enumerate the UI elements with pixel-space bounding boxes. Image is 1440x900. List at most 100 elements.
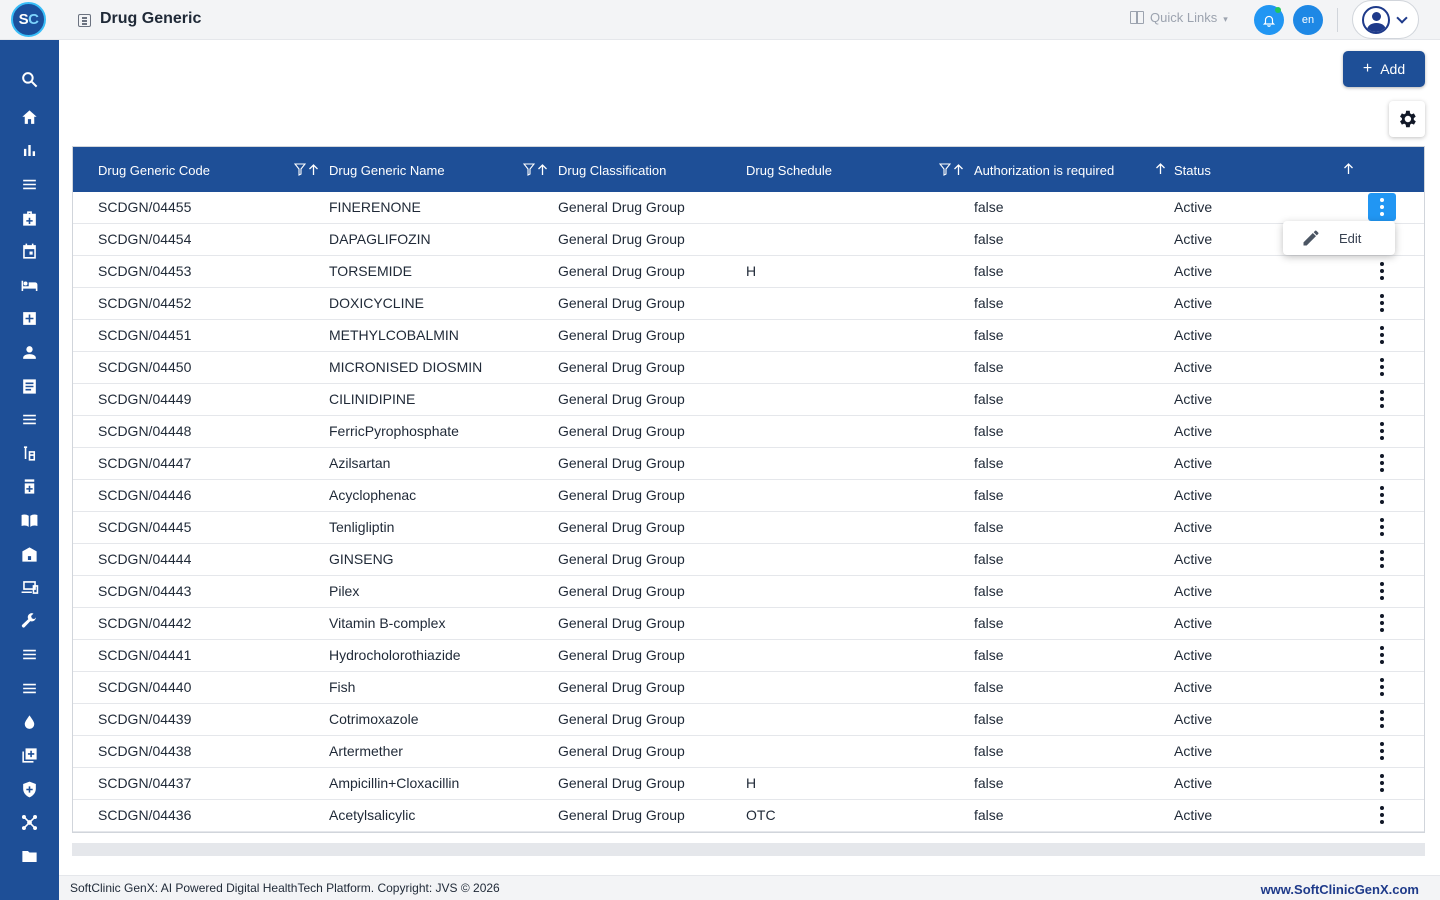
row-actions-button[interactable]: [1368, 353, 1396, 381]
table-row[interactable]: SCDGN/04451 METHYLCOBALMIN General Drug Gr…: [73, 320, 1424, 352]
row-actions-button[interactable]: [1368, 673, 1396, 701]
sidebar-library[interactable]: [0, 505, 59, 535]
row-actions-button[interactable]: [1368, 801, 1396, 829]
notifications-button[interactable]: [1254, 5, 1284, 35]
col-header-schedule[interactable]: Drug Schedule: [746, 163, 832, 178]
edit-menu-item[interactable]: Edit: [1339, 231, 1361, 246]
sidebar-search[interactable]: [0, 64, 59, 94]
col-header-authorization[interactable]: Authorization is required: [974, 163, 1114, 178]
table-row[interactable]: SCDGN/04455 FINERENONE General Drug Group f…: [73, 192, 1424, 224]
table-row[interactable]: SCDGN/04443 Pilex General Drug Group false A…: [73, 576, 1424, 608]
table-row[interactable]: SCDGN/04448 FerricPyrophosphate General Dr…: [73, 416, 1424, 448]
sort-up-icon[interactable]: [537, 163, 548, 176]
sidebar-menu[interactable]: [0, 169, 59, 199]
sidebar-files[interactable]: [0, 841, 59, 871]
table-row[interactable]: SCDGN/04438 Artermether General Drug Group…: [73, 736, 1424, 768]
table-row[interactable]: SCDGN/04437 Ampicillin+Cloxacillin General…: [73, 768, 1424, 800]
sidebar-tools[interactable]: [0, 606, 59, 636]
copyright-text: SoftClinic GenX: AI Powered Digital Heal…: [70, 881, 500, 895]
table-row[interactable]: SCDGN/04447 Azilsartan General Drug Group f…: [73, 448, 1424, 480]
row-actions-button[interactable]: [1368, 769, 1396, 797]
row-actions-button[interactable]: [1368, 193, 1396, 221]
col-header-code[interactable]: Drug Generic Code: [98, 163, 210, 178]
kebab-dot-icon: [1380, 557, 1384, 561]
table-row[interactable]: SCDGN/04450 MICRONISED DIOSMIN General Dru…: [73, 352, 1424, 384]
row-actions-button[interactable]: [1368, 513, 1396, 541]
sidebar-dashboard[interactable]: [0, 135, 59, 165]
user-menu-button[interactable]: [1352, 0, 1419, 39]
gear-icon: [1400, 110, 1416, 128]
sort-up-icon[interactable]: [1155, 163, 1166, 175]
col-header-classification[interactable]: Drug Classification: [558, 163, 666, 178]
filter-icon[interactable]: [294, 163, 306, 176]
sidebar-security[interactable]: [0, 774, 59, 804]
status-cell: Active: [1174, 615, 1213, 631]
chart-icon: [23, 144, 36, 156]
row-actions-button[interactable]: [1368, 321, 1396, 349]
table-row[interactable]: SCDGN/04442 Vitamin B-complex General Drug…: [73, 608, 1424, 640]
name-cell: GINSENG: [329, 551, 394, 567]
sidebar-hospital[interactable]: [0, 303, 59, 333]
row-actions-button[interactable]: [1368, 737, 1396, 765]
sidebar-list[interactable]: [0, 404, 59, 434]
row-actions-button[interactable]: [1368, 289, 1396, 317]
row-actions-button[interactable]: [1368, 577, 1396, 605]
website-link[interactable]: www.SoftClinicGenX.com: [1261, 882, 1419, 897]
sort-up-icon[interactable]: [953, 163, 964, 176]
sidebar-lab[interactable]: [0, 438, 59, 468]
row-actions-button[interactable]: [1368, 641, 1396, 669]
row-actions-button[interactable]: [1368, 449, 1396, 477]
table-row[interactable]: SCDGN/04440 Fish General Drug Group false Ac…: [73, 672, 1424, 704]
sort-up-icon[interactable]: [308, 163, 319, 176]
table-row[interactable]: SCDGN/04439 Cotrimoxazole General Drug Gro…: [73, 704, 1424, 736]
table-row[interactable]: SCDGN/04446 Acyclophenac General Drug Grou…: [73, 480, 1424, 512]
row-actions-button[interactable]: [1368, 705, 1396, 733]
name-cell: METHYLCOBALMIN: [329, 327, 459, 343]
horizontal-scrollbar[interactable]: [72, 843, 1425, 856]
filter-icon[interactable]: [939, 163, 951, 176]
row-actions-button[interactable]: [1368, 545, 1396, 573]
table-row[interactable]: SCDGN/04444 GINSENG General Drug Group fals…: [73, 544, 1424, 576]
app-logo[interactable]: SC: [11, 2, 46, 37]
row-actions-button[interactable]: [1368, 609, 1396, 637]
grid-settings-button[interactable]: [1389, 101, 1425, 137]
row-actions-button[interactable]: [1368, 257, 1396, 285]
col-header-status[interactable]: Status: [1174, 163, 1211, 178]
table-row[interactable]: SCDGN/04441 Hydrocholorothiazide General D…: [73, 640, 1424, 672]
table-row[interactable]: SCDGN/04436 Acetylsalicylic General Drug G…: [73, 800, 1424, 832]
table-row[interactable]: SCDGN/04449 CILINIDIPINE General Drug Grou…: [73, 384, 1424, 416]
sidebar-calendar[interactable]: [0, 236, 59, 266]
kebab-dot-icon: [1380, 660, 1384, 664]
row-actions-button[interactable]: [1368, 481, 1396, 509]
language-button[interactable]: en: [1293, 5, 1323, 35]
sidebar-lines-1[interactable]: [0, 639, 59, 669]
code-cell: SCDGN/04455: [98, 199, 192, 215]
table-row[interactable]: SCDGN/04454 DAPAGLIFOZIN General Drug Grou…: [73, 224, 1424, 256]
sidebar-add[interactable]: [0, 740, 59, 770]
sort-up-icon[interactable]: [1343, 163, 1354, 175]
name-cell: Hydrocholorothiazide: [329, 647, 461, 663]
table-row[interactable]: SCDGN/04453 TORSEMIDE General Drug Group Hf…: [73, 256, 1424, 288]
sidebar-devices[interactable]: [0, 572, 59, 602]
sidebar-home[interactable]: [0, 102, 59, 132]
row-actions-button[interactable]: [1368, 417, 1396, 445]
col-header-name[interactable]: Drug Generic Name: [329, 163, 445, 178]
row-actions-button[interactable]: [1368, 385, 1396, 413]
sidebar-documents[interactable]: [0, 371, 59, 401]
add-button[interactable]: + Add: [1343, 51, 1425, 87]
sidebar-pharmacy[interactable]: [0, 471, 59, 501]
authorization-cell: false: [974, 263, 1004, 279]
quick-links-button[interactable]: Quick Links ▾: [1130, 10, 1228, 25]
sidebar-network[interactable]: [0, 807, 59, 837]
filter-icon[interactable]: [523, 163, 535, 176]
sidebar-medical[interactable]: [0, 203, 59, 233]
kebab-dot-icon: [1380, 678, 1384, 682]
sidebar-lines-2[interactable]: [0, 673, 59, 703]
sidebar-beds[interactable]: [0, 270, 59, 300]
sidebar-blood-bank[interactable]: [0, 707, 59, 737]
table-row[interactable]: SCDGN/04445 Tenligliptin General Drug Grou…: [73, 512, 1424, 544]
sidebar-patients[interactable]: [0, 337, 59, 367]
document-icon: [23, 378, 36, 394]
sidebar-facility[interactable]: [0, 539, 59, 569]
table-row[interactable]: SCDGN/04452 DOXICYCLINE General Drug Group…: [73, 288, 1424, 320]
